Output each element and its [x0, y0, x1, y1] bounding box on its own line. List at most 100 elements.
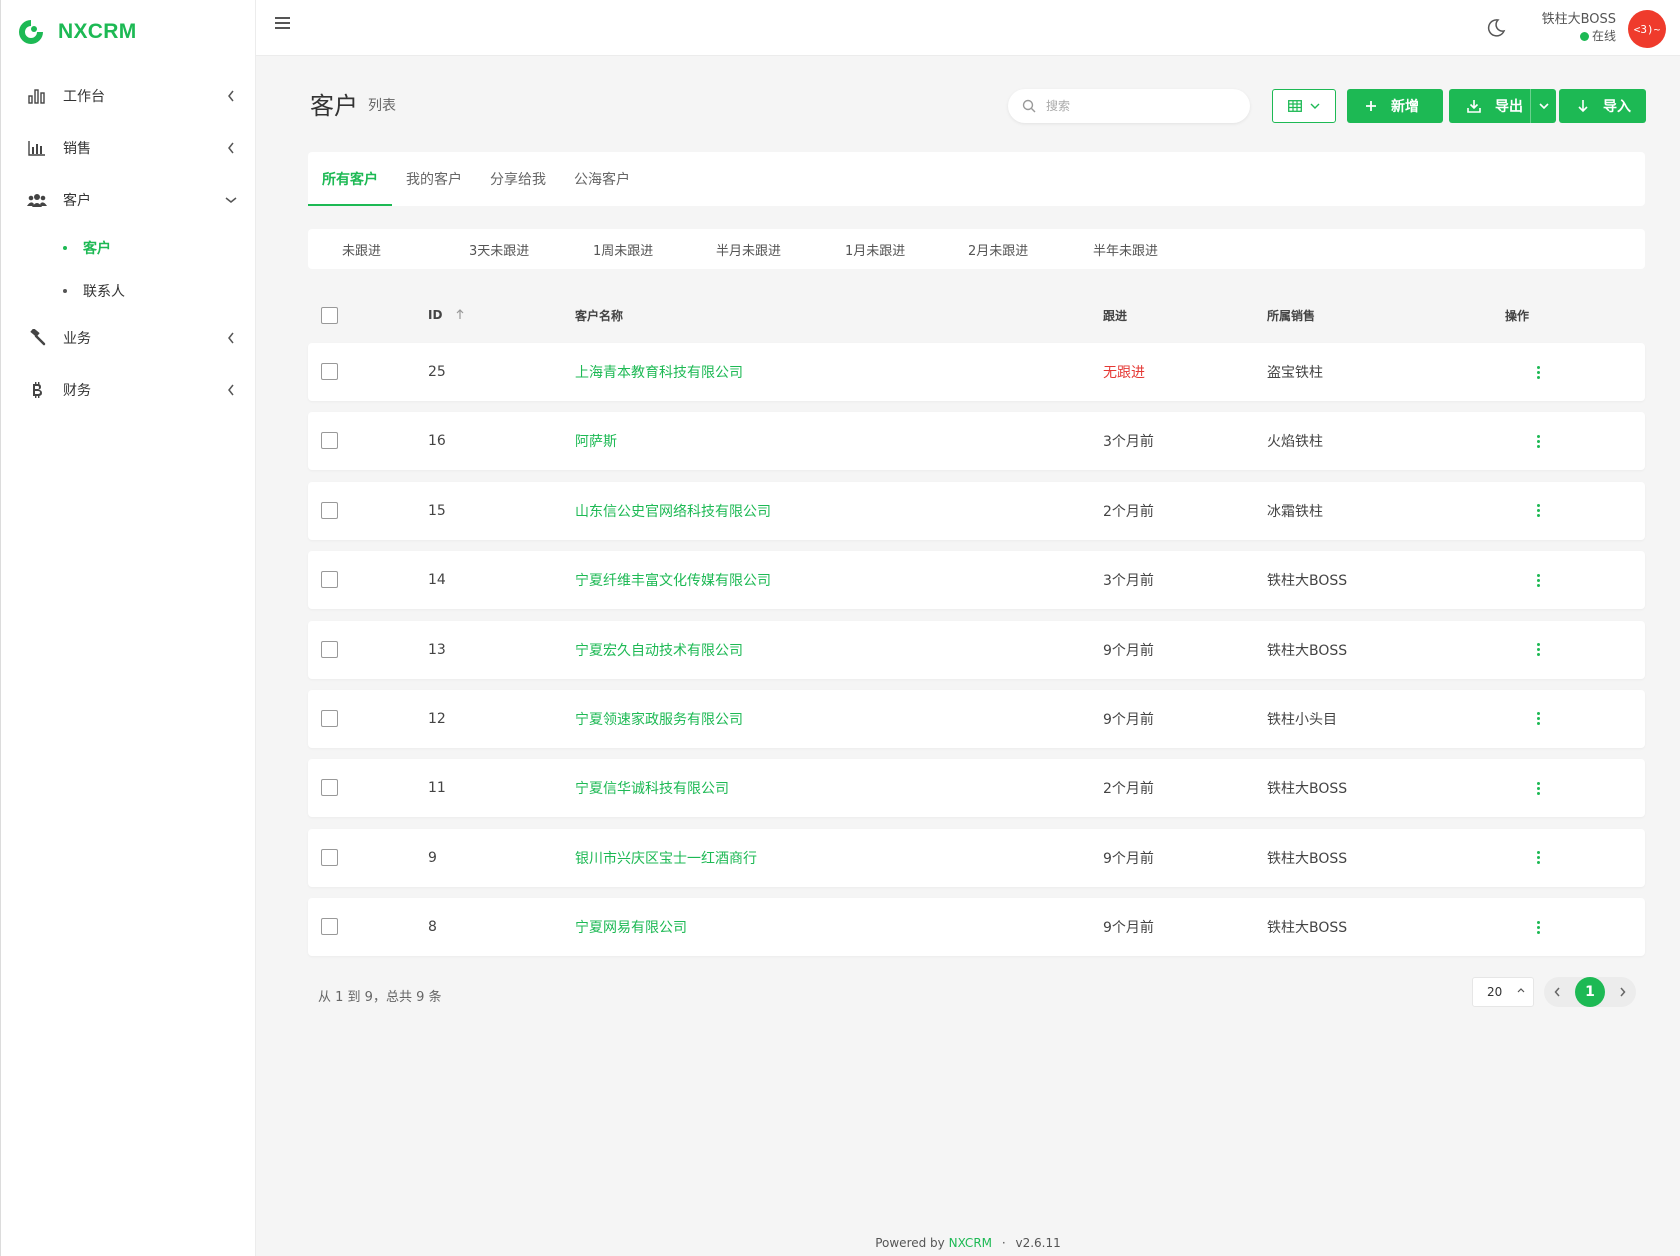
row-checkbox[interactable] [321, 709, 338, 727]
row-more-actions[interactable] [1526, 776, 1550, 800]
filter-item[interactable]: 未跟进 [342, 240, 469, 259]
customer-name-link[interactable]: 上海青本教育科技有限公司 [575, 362, 743, 382]
stats-icon [27, 138, 47, 158]
chevron-left-icon [225, 90, 237, 102]
sidebar-item-label: 财务 [63, 383, 91, 399]
plus-icon [1365, 100, 1377, 112]
chevron-left-icon [225, 142, 237, 154]
customer-name-link[interactable]: 宁夏宏久自动技术有限公司 [575, 640, 743, 660]
search-input[interactable] [1046, 99, 1226, 113]
row-id: 25 [428, 364, 446, 380]
customer-name-link[interactable]: 宁夏纤维丰富文化传媒有限公司 [575, 570, 771, 590]
customer-name-link[interactable]: 山东信公史官网络科技有限公司 [575, 501, 771, 521]
kebab-menu-icon [1536, 781, 1540, 795]
column-header-name: 客户名称 [575, 308, 624, 323]
filter-item[interactable]: 半月未跟进 [716, 240, 845, 259]
filter-item[interactable]: 1周未跟进 [593, 240, 716, 259]
tab-my-customers[interactable]: 我的客户 [392, 152, 476, 206]
chevron-down-icon [225, 194, 237, 206]
row-checkbox[interactable] [321, 571, 338, 589]
footer-brand-link[interactable]: NXCRM [949, 1236, 992, 1250]
filter-item[interactable]: 1月未跟进 [845, 240, 968, 259]
customer-table-body: 25 上海青本教育科技有限公司 无跟进 盗宝铁柱 16 阿萨斯 3个月前 火焰铁柱 15 山东信公… [308, 343, 1645, 968]
import-button[interactable]: 导入 [1559, 89, 1646, 123]
moon-icon[interactable] [1486, 18, 1508, 40]
user-info[interactable]: 铁柱大BOSS 在线 [1542, 11, 1616, 45]
top-header: 铁柱大BOSS 在线 <3)~ [256, 0, 1680, 56]
chevron-left-icon [225, 384, 237, 396]
row-checkbox[interactable] [321, 363, 338, 380]
customer-name-link[interactable]: 宁夏领速家政服务有限公司 [575, 709, 743, 729]
avatar[interactable]: <3)~ [1628, 10, 1666, 48]
row-follow: 2个月前 [1103, 781, 1154, 798]
page-size-value: 20 [1487, 985, 1503, 999]
import-button-label: 导入 [1603, 99, 1631, 115]
row-more-actions[interactable] [1526, 707, 1550, 731]
row-follow: 9个月前 [1103, 642, 1154, 659]
row-more-actions[interactable] [1526, 915, 1550, 939]
page-size-select[interactable]: 20 [1472, 977, 1534, 1007]
sidebar-item-sales[interactable]: 销售 [1, 122, 255, 174]
tab-public-customers[interactable]: 公海客户 [560, 152, 644, 206]
sidebar-item-label: 客户 [63, 193, 91, 209]
row-more-actions[interactable] [1526, 846, 1550, 870]
filter-item[interactable]: 3天未跟进 [469, 240, 593, 259]
row-checkbox[interactable] [321, 432, 338, 450]
table-row: 8 宁夏网易有限公司 9个月前 铁柱大BOSS [308, 898, 1645, 957]
customer-name-link[interactable]: 银川市兴庆区宝士一红酒商行 [575, 848, 757, 868]
follow-filter-bar: 未跟进 3天未跟进 1周未跟进 半月未跟进 1月未跟进 2月未跟进 半年未跟进 [308, 229, 1645, 269]
row-follow: 9个月前 [1103, 711, 1154, 728]
row-sales: 铁柱大BOSS [1267, 781, 1348, 798]
row-checkbox[interactable] [321, 779, 338, 797]
row-sales: 盗宝铁柱 [1267, 365, 1323, 381]
row-more-actions[interactable] [1526, 429, 1550, 453]
customer-tabs: 所有客户 我的客户 分享给我 公海客户 [308, 152, 1645, 206]
row-more-actions[interactable] [1526, 360, 1550, 384]
sidebar: NXCRM 工作台 销售 客户 客户 联系人 业务 财务 [0, 0, 256, 1256]
tab-shared-with-me[interactable]: 分享给我 [476, 152, 560, 206]
export-button[interactable]: 导出 [1449, 89, 1556, 123]
sidebar-item-dashboard[interactable]: 工作台 [1, 70, 255, 122]
row-id: 13 [428, 641, 446, 658]
customer-name-link[interactable]: 宁夏网易有限公司 [575, 917, 687, 937]
column-header-label: ID [428, 308, 443, 322]
avatar-text: <3)~ [1633, 22, 1661, 36]
row-more-actions[interactable] [1526, 568, 1550, 592]
logo-icon [19, 20, 43, 44]
kebab-menu-icon [1536, 712, 1540, 726]
filter-item[interactable]: 半年未跟进 [1093, 240, 1158, 259]
arrow-down-icon [1577, 99, 1589, 113]
row-checkbox[interactable] [321, 640, 338, 658]
hamburger-menu-icon[interactable] [274, 15, 294, 35]
sidebar-item-business[interactable]: 业务 [1, 312, 255, 364]
row-follow: 3个月前 [1103, 434, 1154, 451]
row-checkbox[interactable] [321, 848, 338, 866]
sidebar-subitem-label: 联系人 [83, 283, 125, 300]
chevron-down-icon [1310, 103, 1320, 109]
brand[interactable]: NXCRM [1, 0, 255, 64]
sidebar-item-customers[interactable]: 客户 [1, 174, 255, 226]
next-page-icon[interactable] [1619, 987, 1626, 997]
row-checkbox[interactable] [321, 918, 338, 936]
select-all-checkbox[interactable] [321, 306, 338, 324]
view-toggle-button[interactable] [1272, 89, 1336, 123]
add-button[interactable]: 新增 [1347, 89, 1443, 123]
customer-name-link[interactable]: 宁夏信华诚科技有限公司 [575, 778, 729, 798]
table-row: 13 宁夏宏久自动技术有限公司 9个月前 铁柱大BOSS [308, 620, 1645, 679]
export-dropdown-toggle[interactable] [1530, 89, 1556, 123]
filter-item[interactable]: 2月未跟进 [968, 240, 1093, 259]
row-more-actions[interactable] [1526, 499, 1550, 523]
search-box[interactable] [1008, 89, 1250, 123]
column-header-id[interactable]: ID [428, 308, 465, 322]
page-footer: Powered by NXCRM · v2.6.11 [256, 1236, 1680, 1250]
main-content: 客户 列表 新增 导出 导入 所有客户 我的客户 分享给我 公海客户 [308, 56, 1646, 1007]
row-more-actions[interactable] [1526, 638, 1550, 662]
sidebar-subitem-customers[interactable]: 客户 [1, 226, 255, 269]
tab-all-customers[interactable]: 所有客户 [308, 152, 392, 206]
customer-name-link[interactable]: 阿萨斯 [575, 431, 617, 451]
page-button-current[interactable]: 1 [1575, 977, 1605, 1007]
sidebar-item-finance[interactable]: 财务 [1, 364, 255, 416]
sidebar-subitem-contacts[interactable]: 联系人 [1, 269, 255, 312]
prev-page-icon[interactable] [1554, 987, 1561, 997]
row-checkbox[interactable] [321, 501, 338, 519]
